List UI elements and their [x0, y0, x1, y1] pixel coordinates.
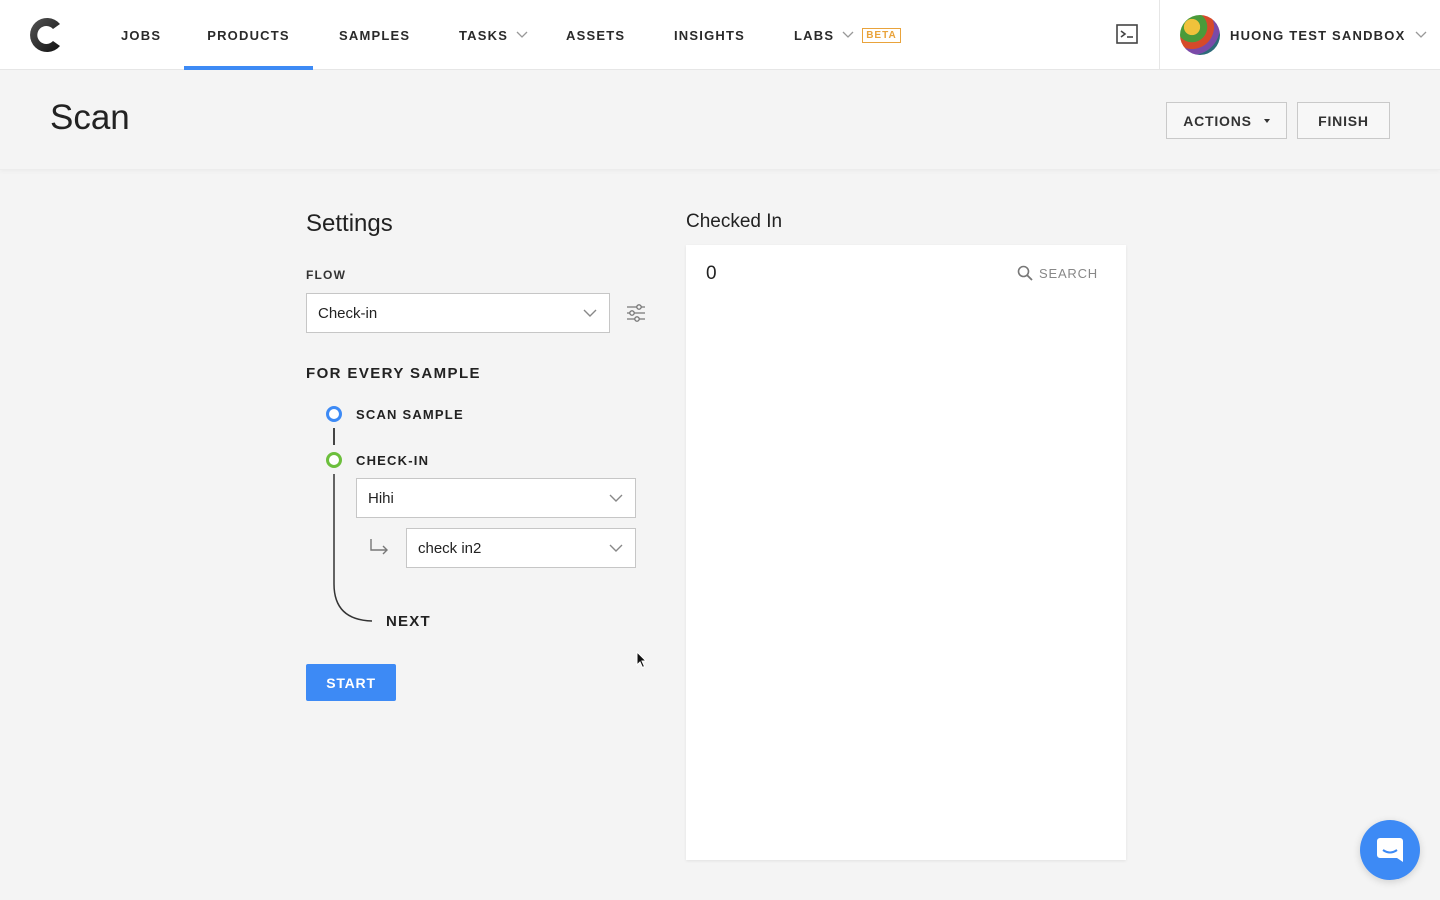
checked-in-count: 0: [706, 263, 717, 284]
nav-insights[interactable]: INSIGHTS: [674, 0, 745, 70]
for-every-sample-label: FOR EVERY SAMPLE: [306, 365, 481, 382]
nav-labs-label: LABS: [794, 27, 835, 43]
logo-icon[interactable]: [26, 15, 66, 55]
chevron-down-icon: [583, 309, 597, 317]
chevron-down-icon: [609, 544, 623, 552]
avatar: [1180, 15, 1220, 55]
checkin-sublocation-value: check in2: [418, 539, 482, 557]
nav-assets[interactable]: ASSETS: [566, 0, 625, 70]
search-button[interactable]: SEARCH: [1017, 265, 1098, 281]
nav-labs[interactable]: LABS BETA: [794, 0, 901, 70]
nav-samples-label: SAMPLES: [339, 27, 411, 43]
nav-insights-label: INSIGHTS: [674, 27, 745, 43]
chat-launcher[interactable]: [1360, 820, 1420, 880]
nav-products[interactable]: PRODUCTS: [184, 0, 313, 70]
nav-assets-label: ASSETS: [566, 27, 626, 43]
corner-arrow-icon: [370, 539, 388, 555]
top-navigation: JOBS PRODUCTS SAMPLES TASKS ASSETS INSIG…: [0, 0, 1440, 70]
chevron-down-icon: [609, 494, 623, 502]
chevron-down-icon: [516, 31, 528, 38]
step-scan-label: SCAN SAMPLE: [356, 407, 464, 422]
nav-jobs-label: JOBS: [121, 27, 162, 43]
search-button-label: SEARCH: [1039, 265, 1098, 281]
settings-title: Settings: [306, 210, 393, 237]
caret-down-icon: [1263, 118, 1270, 123]
step-connector: [333, 428, 335, 445]
filter-icon[interactable]: [626, 304, 646, 322]
actions-button[interactable]: ACTIONS: [1166, 102, 1287, 139]
nav-tasks-label: TASKS: [459, 27, 509, 43]
nav-divider: [1159, 0, 1160, 70]
chevron-down-icon: [1415, 31, 1427, 38]
finish-button[interactable]: FINISH: [1297, 102, 1390, 139]
nav-products-label: PRODUCTS: [207, 27, 290, 43]
nav-tasks[interactable]: TASKS: [459, 0, 528, 70]
nav-jobs[interactable]: JOBS: [121, 0, 161, 70]
step-scan-dot: [326, 406, 342, 422]
mouse-cursor-icon: [636, 651, 648, 669]
checkin-sublocation-select[interactable]: check in2: [406, 528, 636, 568]
step-next-label: NEXT: [386, 613, 431, 630]
checked-in-title: Checked In: [686, 211, 783, 232]
flow-select-value: Check-in: [318, 304, 378, 322]
user-menu[interactable]: HUONG TEST SANDBOX: [1180, 15, 1427, 55]
page-header: Scan ACTIONS FINISH: [0, 70, 1440, 170]
flow-select[interactable]: Check-in: [306, 293, 610, 333]
page-title: Scan: [50, 98, 130, 137]
terminal-icon[interactable]: [1115, 22, 1139, 46]
checkin-location-value: Hihi: [368, 489, 394, 507]
checked-in-panel: 0 SEARCH: [686, 245, 1126, 860]
chat-icon: [1377, 838, 1403, 862]
user-name: HUONG TEST SANDBOX: [1230, 27, 1406, 43]
start-button[interactable]: START: [306, 664, 396, 701]
flow-label: FLOW: [306, 268, 347, 282]
actions-button-label: ACTIONS: [1183, 112, 1252, 129]
finish-button-label: FINISH: [1318, 112, 1369, 129]
start-button-label: START: [326, 674, 376, 691]
nav-samples[interactable]: SAMPLES: [339, 0, 410, 70]
beta-badge: BETA: [862, 27, 901, 43]
step-checkin-label: CHECK-IN: [356, 453, 430, 468]
chevron-down-icon: [842, 31, 854, 38]
checkin-location-select[interactable]: Hihi: [356, 478, 636, 518]
step-checkin-dot: [326, 452, 342, 468]
search-icon: [1017, 265, 1033, 281]
